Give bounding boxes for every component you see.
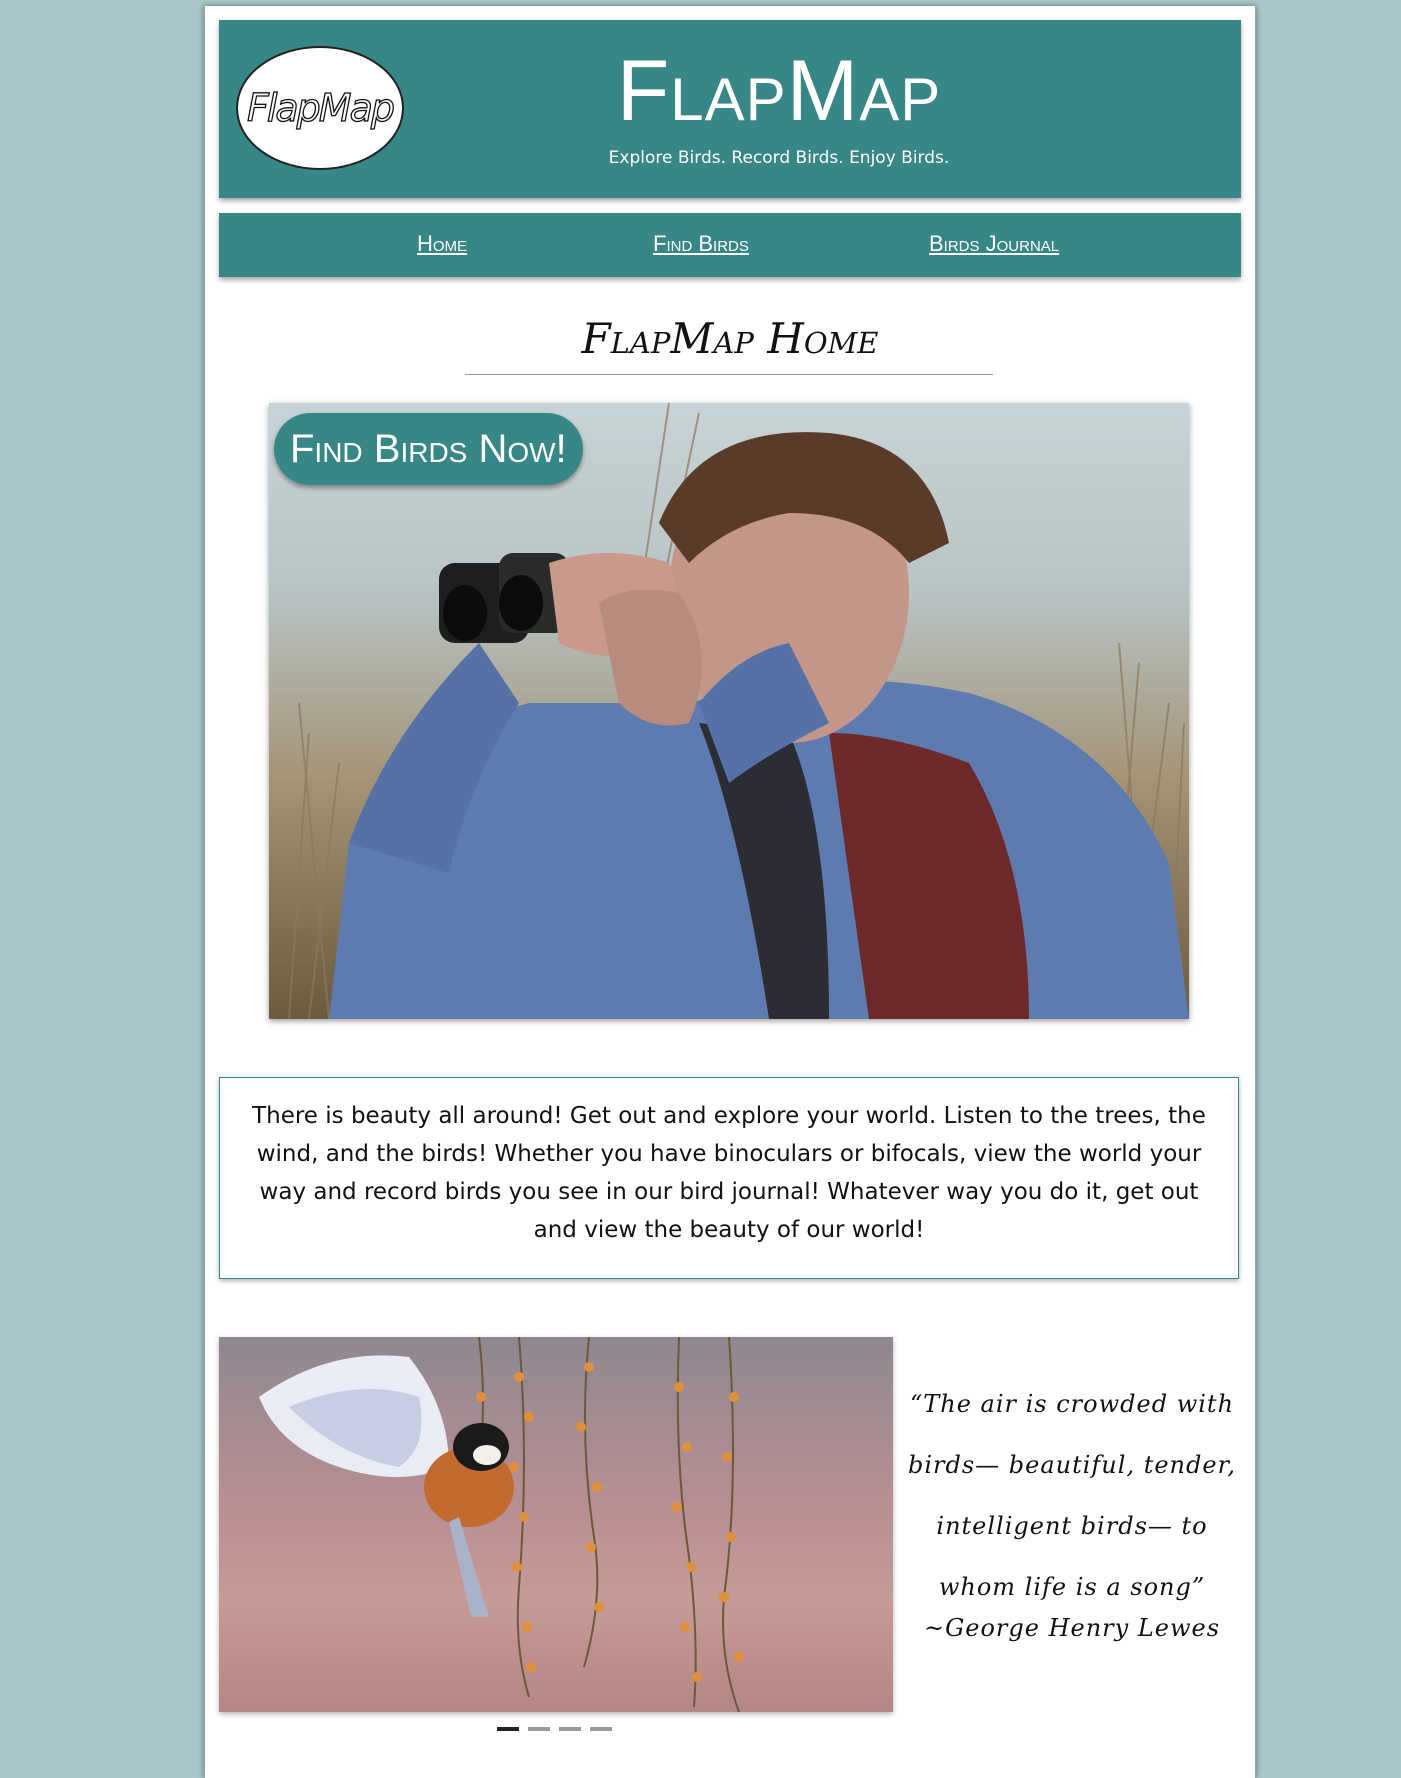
birdwatcher-photo (288, 403, 1189, 1019)
nav-find-birds-link[interactable]: Find Birds (653, 231, 749, 257)
chickadee-photo (259, 1337, 744, 1712)
page-container: FlapMap FlapMap Explore Birds. Record Bi… (204, 6, 1256, 1778)
bird-quote: “The air is crowded with birds— beautifu… (907, 1390, 1237, 1601)
carousel-dot-4[interactable] (590, 1727, 612, 1731)
nav-home-link[interactable]: Home (417, 231, 467, 257)
main-nav: Home Find Birds Birds Journal (219, 213, 1241, 277)
bird-carousel[interactable] (219, 1337, 893, 1712)
nav-birds-journal-link[interactable]: Birds Journal (929, 231, 1059, 257)
carousel-dot-1[interactable] (497, 1727, 519, 1731)
carousel-dot-3[interactable] (559, 1727, 581, 1731)
carousel-dot-2[interactable] (528, 1727, 550, 1731)
hero-image: Find Birds Now! (269, 403, 1189, 1019)
carousel-indicators (497, 1727, 621, 1733)
site-title: FlapMap (616, 43, 942, 139)
tagline: Explore Birds. Record Birds. Enjoy Birds… (608, 148, 950, 168)
quote-attribution: ~George Henry Lewes (923, 1614, 1221, 1642)
page-title: FlapMap Home (581, 314, 879, 363)
find-birds-now-button[interactable]: Find Birds Now! (274, 413, 583, 485)
site-header: FlapMap FlapMap Explore Birds. Record Bi… (219, 20, 1241, 198)
title-divider (465, 374, 993, 375)
logo[interactable]: FlapMap (236, 46, 404, 170)
intro-text: There is beauty all around! Get out and … (219, 1077, 1239, 1279)
logo-text: FlapMap (246, 85, 395, 130)
